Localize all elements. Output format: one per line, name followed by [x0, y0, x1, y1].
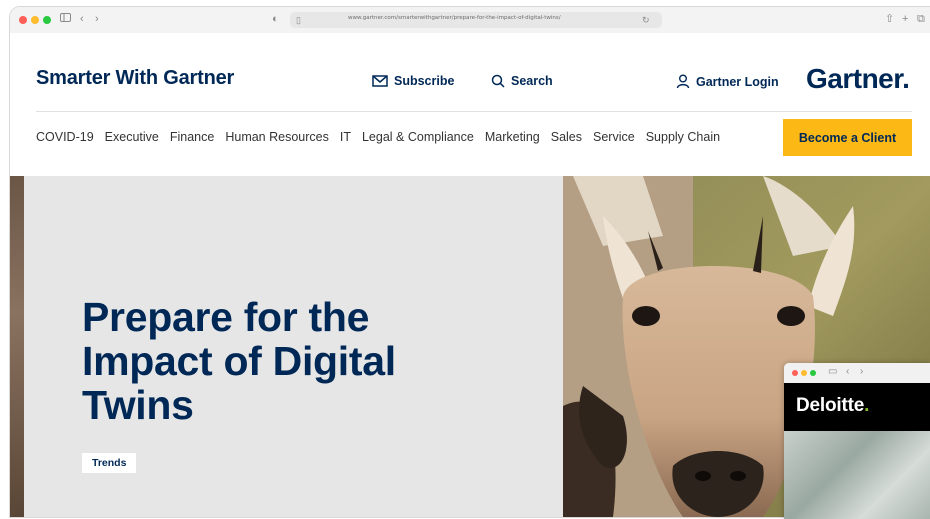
deloitte-window[interactable]: ▭ ‹ › Deloitte. [784, 363, 930, 519]
deloitte-text: Deloitte [796, 395, 865, 416]
nav-item-covid-19[interactable]: COVID-19 [36, 130, 94, 144]
nav-item-marketing[interactable]: Marketing [485, 130, 540, 144]
nav-item-legal-compliance[interactable]: Legal & Compliance [362, 130, 474, 144]
nav-item-finance[interactable]: Finance [170, 130, 214, 144]
deloitte-header: Deloitte. [784, 383, 930, 431]
subscribe-link[interactable]: Subscribe [372, 74, 454, 88]
search-label: Search [511, 74, 553, 88]
popup-back-icon[interactable]: ‹ [846, 366, 849, 377]
nav-item-service[interactable]: Service [593, 130, 635, 144]
hero-edge-image [10, 176, 24, 517]
popup-toolbar: ▭ ‹ › [784, 363, 930, 383]
article-title: Prepare for the Impact of Digital Twins [82, 294, 396, 428]
subscribe-label: Subscribe [394, 74, 455, 88]
nav-item-executive[interactable]: Executive [105, 130, 159, 144]
popup-close-button[interactable] [792, 370, 798, 376]
deloitte-logo[interactable]: Deloitte. [796, 395, 869, 417]
page-icon: ▯ [296, 15, 301, 25]
site-header: Smarter With Gartner Subscribe Search Ga… [10, 33, 930, 183]
url-text: www.gartner.com/smarterwithgartner/prepa… [348, 15, 561, 21]
gartner-logo[interactable]: Gartner. [806, 63, 910, 95]
nav-item-it[interactable]: IT [340, 130, 351, 144]
close-button[interactable] [19, 16, 27, 24]
topic-nav: COVID-19 Executive Finance Human Resourc… [36, 130, 731, 144]
logo-dot: . [902, 63, 910, 94]
sidebar-icon[interactable] [60, 11, 71, 27]
search-icon [491, 74, 505, 88]
header-divider [36, 111, 912, 112]
mail-icon [372, 75, 388, 87]
browser-toolbar: ‹ › ◐ ▯ www.gartner.com/smarterwithgartn… [10, 7, 930, 34]
brand-title[interactable]: Smarter With Gartner [36, 67, 234, 90]
deloitte-hero-image [784, 431, 930, 519]
shield-icon[interactable]: ◐ [272, 11, 279, 27]
popup-sidebar-icon[interactable]: ▭ [828, 366, 837, 377]
topic-tag[interactable]: Trends [82, 453, 137, 473]
popup-zoom-button[interactable] [810, 370, 816, 376]
deloitte-dot: . [864, 395, 870, 416]
login-link[interactable]: Gartner Login [676, 74, 779, 89]
logo-text: Gartner [806, 63, 903, 94]
reader-icon[interactable]: ↻ [642, 12, 650, 28]
zoom-button[interactable] [43, 16, 51, 24]
login-label: Gartner Login [696, 74, 779, 89]
become-client-button[interactable]: Become a Client [783, 119, 912, 156]
popup-minimize-button[interactable] [801, 370, 807, 376]
address-bar[interactable]: ▯ www.gartner.com/smarterwithgartner/pre… [290, 12, 662, 28]
share-icon[interactable]: ⇧ [885, 11, 894, 27]
search-link[interactable]: Search [491, 74, 553, 88]
back-icon[interactable]: ‹ [80, 11, 84, 27]
popup-forward-icon[interactable]: › [860, 366, 863, 377]
new-tab-icon[interactable]: + [902, 11, 908, 27]
nav-item-supply-chain[interactable]: Supply Chain [646, 130, 720, 144]
minimize-button[interactable] [31, 16, 39, 24]
forward-icon[interactable]: › [95, 11, 99, 27]
nav-item-human-resources[interactable]: Human Resources [225, 130, 329, 144]
tabs-icon[interactable]: ⧉ [917, 11, 925, 27]
nav-item-sales[interactable]: Sales [551, 130, 582, 144]
user-icon [676, 74, 690, 89]
